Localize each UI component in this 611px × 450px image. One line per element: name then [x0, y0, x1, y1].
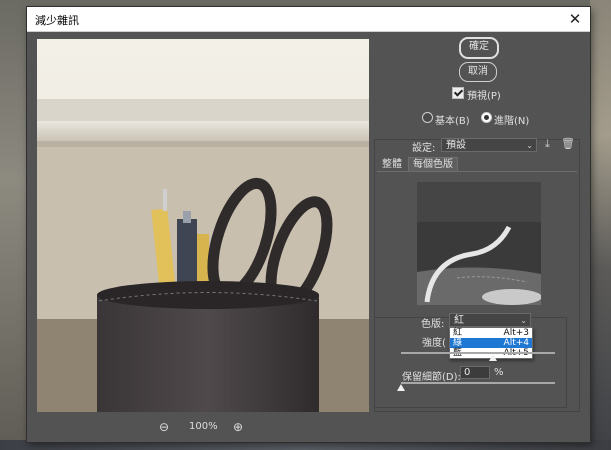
preserve-details-slider-track[interactable] [401, 382, 555, 384]
zoom-out-icon[interactable]: ⊖ [159, 420, 169, 434]
basic-mode-radio[interactable] [422, 112, 433, 123]
preview-checkbox[interactable] [452, 87, 464, 99]
preserve-details-unit: % [494, 367, 504, 378]
zoom-level: 100% [189, 421, 218, 432]
preview-image[interactable] [37, 39, 369, 412]
delete-icon[interactable]: 🗑 [561, 137, 575, 150]
preview-photo [37, 39, 369, 412]
strength-label: 強度( [422, 338, 446, 349]
strength-slider-track[interactable] [401, 352, 555, 354]
channel-label: 色版: [421, 319, 445, 330]
advanced-mode-label: 進階(N) [494, 116, 530, 127]
preserve-details-input[interactable]: 0 [460, 366, 490, 379]
cancel-button[interactable]: 取消 [459, 62, 497, 82]
detail-photo [417, 182, 541, 305]
channel-dropdown[interactable]: 紅 ⌄ [449, 313, 531, 327]
ok-button[interactable]: 確定 [459, 37, 499, 59]
dialog-title: 減少雜訊 [35, 14, 79, 27]
channel-option-green[interactable]: 綠 Alt+4 [450, 338, 532, 348]
desktop-background [590, 0, 611, 450]
settings-label: 設定: [412, 143, 436, 154]
preserve-details-label: 保留細節(D): [402, 372, 461, 383]
tab-divider [377, 171, 577, 172]
preview-label: 預視(P) [467, 91, 501, 102]
tab-overall[interactable]: 整體 [379, 158, 405, 172]
settings-value: 預設 [446, 140, 466, 151]
chevron-down-icon: ⌄ [526, 141, 533, 150]
reduce-noise-dialog: 減少雜訊 ✕ ⊖ 100% ⊕ 確定 取消 預視(P) 基本(B) 進階(N) … [27, 7, 590, 442]
channel-option-red[interactable]: 紅 Alt+3 [450, 328, 532, 338]
basic-mode-label: 基本(B) [435, 116, 470, 127]
strength-slider-thumb[interactable] [489, 354, 498, 361]
channel-detail-preview[interactable] [417, 182, 541, 305]
tab-per-channel[interactable]: 每個色版 [408, 157, 458, 172]
zoom-in-icon[interactable]: ⊕ [233, 420, 243, 434]
channel-value: 紅 [454, 315, 464, 326]
chevron-down-icon: ⌄ [520, 316, 527, 325]
title-bar: 減少雜訊 ✕ [27, 7, 590, 32]
zoom-bar: ⊖ 100% ⊕ [37, 417, 369, 437]
close-icon[interactable]: ✕ [564, 8, 586, 30]
advanced-mode-radio[interactable] [481, 112, 492, 123]
settings-dropdown[interactable]: 預設 ⌄ [441, 138, 537, 152]
save-settings-icon[interactable]: ⤓ [545, 137, 550, 151]
preserve-details-slider-thumb[interactable] [397, 384, 405, 391]
